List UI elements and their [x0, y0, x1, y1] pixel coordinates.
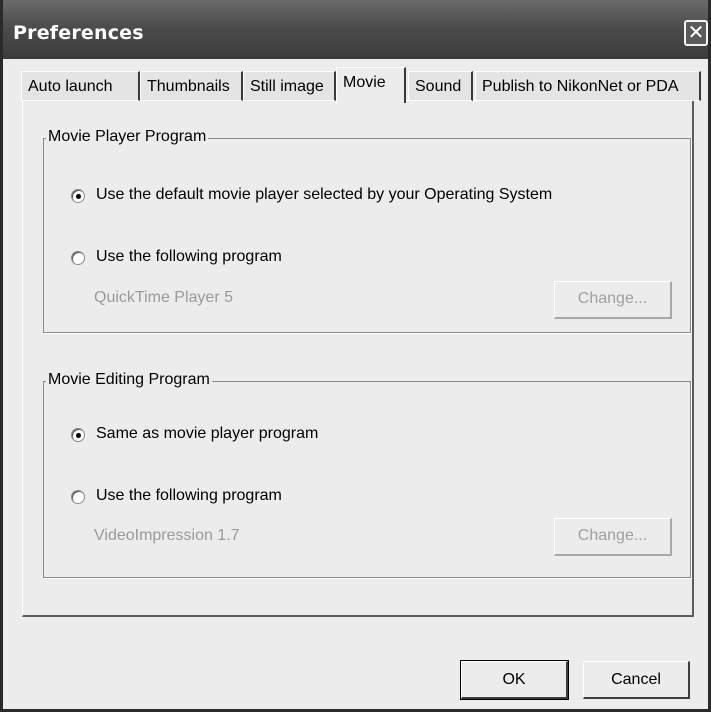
movie-player-group-legend: Movie Player Program — [46, 128, 209, 146]
editor-change-button[interactable]: Change... — [554, 518, 672, 556]
tab-still-image[interactable]: Still image — [243, 71, 336, 101]
player-change-button[interactable]: Change... — [554, 281, 672, 319]
player-change-label: Change... — [577, 290, 648, 307]
preferences-dialog: Preferences ✕ Movie Player Program Use t… — [0, 0, 711, 712]
tab-auto-launch-label: Auto launch — [28, 78, 113, 95]
tab-auto-launch[interactable]: Auto launch — [21, 71, 140, 101]
movie-editing-group-legend: Movie Editing Program — [46, 371, 212, 389]
radio-default-player[interactable] — [71, 189, 85, 203]
close-button[interactable]: ✕ — [684, 20, 708, 46]
tab-still-image-label: Still image — [250, 78, 324, 95]
movie-editing-group: Movie Editing Program Same as movie play… — [43, 371, 691, 578]
tab-thumbnails-label: Thumbnails — [147, 78, 230, 95]
radio-custom-editor[interactable] — [71, 490, 85, 504]
same-as-player-label[interactable]: Same as movie player program — [96, 425, 318, 443]
movie-tab-panel: Movie Player Program Use the default mov… — [22, 100, 694, 617]
radio-selected-dot — [76, 433, 81, 438]
radio-same-as-player[interactable] — [71, 428, 85, 442]
tab-sound-label: Sound — [415, 78, 462, 95]
movie-player-group: Movie Player Program Use the default mov… — [43, 128, 691, 333]
tab-thumbnails[interactable]: Thumbnails — [140, 71, 243, 101]
cancel-label: Cancel — [611, 671, 661, 688]
radio-custom-player[interactable] — [71, 251, 85, 265]
player-program-name: QuickTime Player 5 — [94, 289, 233, 306]
tab-movie[interactable]: Movie — [336, 67, 406, 103]
tab-publish-label: Publish to NikonNet or PDA — [482, 78, 679, 95]
close-icon: ✕ — [687, 20, 705, 44]
dialog-title: Preferences — [13, 22, 144, 44]
editor-change-label: Change... — [577, 527, 648, 544]
ok-button[interactable]: OK — [460, 660, 569, 700]
tab-movie-label: Movie — [343, 74, 386, 91]
tab-sound[interactable]: Sound — [408, 71, 473, 101]
custom-editor-label[interactable]: Use the following program — [96, 487, 282, 505]
title-bar[interactable]: Preferences ✕ — [3, 0, 708, 59]
tab-publish[interactable]: Publish to NikonNet or PDA — [475, 71, 701, 101]
ok-label: OK — [502, 671, 526, 688]
editor-program-name: VideoImpression 1.7 — [94, 527, 240, 544]
custom-player-label[interactable]: Use the following program — [96, 248, 282, 266]
cancel-button[interactable]: Cancel — [583, 661, 690, 699]
default-player-label[interactable]: Use the default movie player selected by… — [96, 186, 552, 204]
radio-selected-dot — [76, 194, 81, 199]
